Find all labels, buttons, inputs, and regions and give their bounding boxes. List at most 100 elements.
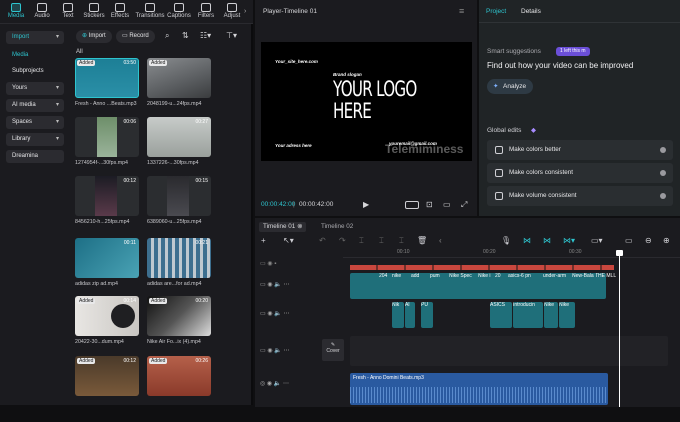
sidebar-item-dreamina[interactable]: Dreamina [6,150,64,163]
clip[interactable]: nike [392,273,410,299]
sidebar-item-spaces[interactable]: Spaces ▾ [6,116,64,129]
overlay-clip[interactable]: Al [405,302,415,328]
split-right-icon[interactable]: ⌶ [399,236,404,246]
sidebar-import[interactable]: Import ▾ [6,31,64,44]
media-tile[interactable]: Added 00:26 [147,356,211,422]
magnet-icon[interactable]: ⋈ [523,236,531,245]
clip[interactable]: 20 [495,273,507,299]
toolbar-stickers[interactable]: Stickers [81,2,107,22]
media-tile[interactable]: Added 00:12 [75,356,139,422]
import-button[interactable]: ⊕ Import [76,30,112,43]
split-icon[interactable]: ⌶ [359,236,364,246]
analyze-button[interactable]: ✦ Analyze [487,79,533,94]
toolbar-transitions[interactable]: Transitions [135,2,165,22]
make-colors-better-row[interactable]: Make colors better [487,140,673,160]
toolbar-adjust[interactable]: Adjust [219,2,245,22]
fullscreen-preview-icon[interactable]: ⊡ [426,200,433,209]
fit-icon[interactable] [405,201,419,209]
redo-icon[interactable]: ↷ [339,236,346,245]
toolbar-media[interactable]: Media [3,2,29,22]
media-tile[interactable]: Added 00:14 20422-30...dum.mp4 [75,296,139,362]
select-tool-icon[interactable]: ↖▾ [283,236,294,245]
expand-icon[interactable]: ⤢ [461,200,467,210]
media-tile[interactable]: Added 2048199-u...24fps.mp4 [147,58,211,124]
playhead[interactable] [619,250,620,407]
tab-timeline-01[interactable]: Timeline 01 ⊗ [259,222,307,232]
toggle-dot[interactable] [660,193,666,199]
audio-clip[interactable]: Fresh - Anno Domini Beats.mp3 [350,373,608,405]
media-tile[interactable]: 00:11 adidas zip ad.mp4 [75,238,139,304]
main-track[interactable] [350,336,668,366]
tab-timeline-02[interactable]: Timeline 02 [321,223,353,230]
overlay-clip[interactable]: ASICS [490,302,512,328]
zoom-out-icon[interactable]: ⊖ [645,236,652,245]
sidebar-item-media[interactable]: Media [6,49,64,62]
tab-project[interactable]: Project [486,8,506,15]
clip[interactable]: THE MLL [595,273,621,299]
clip[interactable]: under-arm [543,273,571,299]
menu-icon[interactable]: ≡ [459,6,464,16]
clip[interactable]: asics-6 pn [508,273,542,299]
toggle-dot[interactable] [660,147,666,153]
clip[interactable]: add [411,273,429,299]
zoom-in-icon[interactable]: ⊕ [663,236,670,245]
link-icon[interactable]: ⋈ [543,236,551,245]
toolbar-text[interactable]: Text [55,2,81,22]
delete-icon[interactable]: 🗑 [417,236,427,245]
sidebar-item-yours[interactable]: Yours ▾ [6,82,64,95]
make-volume-consistent-row[interactable]: Make volume consistent [487,186,673,206]
video-preview[interactable]: Your_site_here.com Brand slogan YOUR LOG… [261,42,472,161]
media-tile[interactable]: Added 03:50 Fresh - Anno ...Beats.mp3 [75,58,139,124]
make-colors-consistent-row[interactable]: Make colors consistent [487,163,673,183]
media-tile[interactable]: 00:12 8456210-h...25fps.mp4 [75,176,139,242]
overlay-clip[interactable]: Introducin [513,302,543,328]
overlay-clip[interactable]: Nik [392,302,404,328]
play-icon[interactable]: ▶ [363,200,369,209]
toolbar-effects[interactable]: Effects [107,2,133,22]
clip[interactable]: 204 [379,273,391,299]
audio-waveform [350,387,608,403]
microphone-icon[interactable]: 🎙 [501,236,511,245]
add-icon[interactable]: + [261,236,266,245]
media-tile[interactable]: 00:27 1337226-...30fps.mp4 [147,117,211,183]
undo-icon[interactable]: ↶ [319,236,326,245]
ratio-icon[interactable]: ▭ [443,200,451,209]
sidebar-item-subprojects[interactable]: Subprojects [6,65,64,78]
toggle-dot[interactable] [660,170,666,176]
toolbar-filters[interactable]: Filters [193,2,219,22]
clip[interactable]: Nike Spec [449,273,477,299]
marker-strip[interactable] [350,265,614,270]
filter-all[interactable]: All [76,49,83,55]
playhead-handle[interactable] [616,250,623,256]
record-button[interactable]: ▭ Record [116,30,155,43]
search-icon[interactable]: ⌕ [165,31,169,41]
aspect-icon[interactable]: ▭▾ [591,236,603,245]
overlay-clip[interactable]: Nike [559,302,575,328]
toolbar-audio[interactable]: Audio [29,2,55,22]
media-tile[interactable]: 00:15 6389060-u...25fps.mp4 [147,176,211,242]
time-ruler[interactable]: 00:10 00:20 00:30 [343,249,680,258]
overlay-clip[interactable]: PU [421,302,433,328]
cover-button[interactable]: ✎ Cover [322,339,344,361]
sort-icon[interactable]: ⇅ [182,31,189,40]
media-tile[interactable]: 00:21 adidas are...for ad.mp4 [147,238,211,304]
clip[interactable]: pum [430,273,448,299]
split-left-icon[interactable]: ⌶ [379,236,384,246]
clip[interactable]: New-Bala [572,273,594,299]
sidebar-item-library[interactable]: Library ▾ [6,133,64,146]
view-icon[interactable]: ☷▾ [200,31,211,40]
overlay-clip[interactable]: Nike [544,302,558,328]
tab-details[interactable]: Details [521,8,541,15]
media-tile[interactable]: Added 00:20 Nike Air Fo...ix (4).mp4 [147,296,211,362]
close-icon[interactable]: ⊗ [297,223,302,230]
toolbar-captions[interactable]: Captions [166,2,192,22]
collapse-icon[interactable]: ‹ [439,236,442,245]
clip[interactable]: Nike i [478,273,494,299]
sidebar-item-ai-media[interactable]: AI media ▾ [6,99,64,112]
preview-axis-icon[interactable]: ⋈▾ [563,236,575,245]
preview-icon[interactable]: ▭ [625,236,633,245]
media-tile[interactable]: 00:06 1274954f-...30fps.mp4 [75,117,139,183]
filter-icon[interactable]: ⊤▾ [226,31,237,40]
track-header-video: ▭ ◉ 🔈 ⋯ [260,282,290,288]
toolbar-more-icon[interactable]: › [244,8,246,15]
